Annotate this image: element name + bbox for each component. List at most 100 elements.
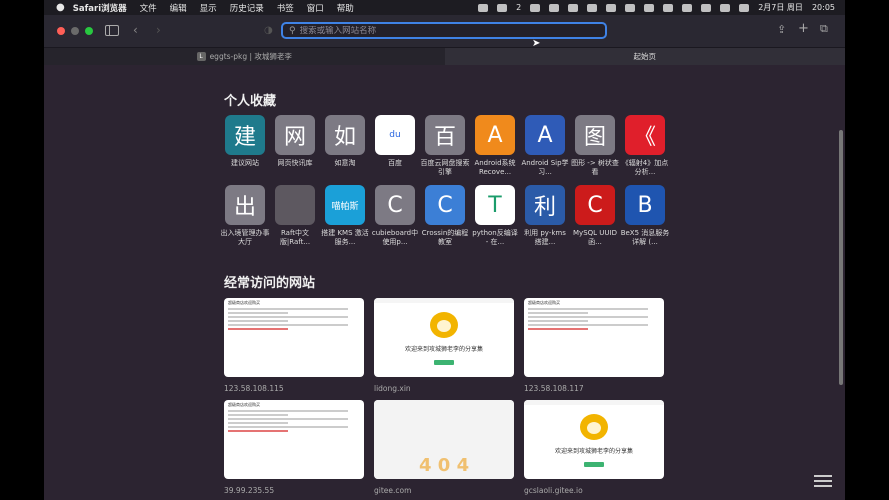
lion-mascot-icon — [430, 312, 458, 338]
favorite-icon: A — [525, 115, 565, 155]
favorite-tile[interactable]: A Android Sip学习... — [521, 115, 569, 177]
favorite-tile[interactable]: 出出入境管理办事大厅 — [221, 185, 270, 247]
keyboard-icon[interactable] — [568, 3, 579, 12]
frequent-site[interactable]: 超级商店欢迎购买 123.58.108.115 — [224, 298, 364, 393]
menu-view[interactable]: 显示 — [200, 2, 217, 14]
thumbnail-welcome: 欢迎来到攻城狮老李的分享集 — [554, 448, 633, 455]
thumbnail-title: 超级商店欢迎购买 — [228, 402, 260, 407]
menu-history[interactable]: 历史记录 — [230, 2, 264, 14]
sidebar-toggle-icon[interactable] — [105, 25, 119, 36]
menu-window[interactable]: 窗口 — [307, 2, 324, 14]
settings-sliders-icon[interactable] — [814, 473, 832, 489]
favorite-tile[interactable]: 如如意淘 — [324, 115, 366, 168]
tab-favicon: L — [196, 52, 206, 61]
bluetooth-icon[interactable] — [644, 3, 655, 12]
favorite-tile[interactable]: C MySQL UUID函... — [573, 185, 617, 247]
thumbnail-button — [584, 462, 604, 467]
wifi-icon[interactable] — [682, 3, 693, 12]
cloud-icon[interactable] — [497, 3, 508, 12]
menu-edit[interactable]: 编辑 — [170, 2, 187, 14]
favorite-tile[interactable]: 网网页快讯库 — [274, 115, 316, 168]
favorite-label: 网页快讯库 — [277, 159, 313, 167]
address-bar[interactable]: ⚲ — [281, 22, 607, 39]
favorite-icon: B — [625, 185, 665, 225]
favorite-icon: 《 — [625, 115, 665, 155]
zoom-button[interactable] — [85, 27, 93, 35]
frequent-site[interactable]: 欢迎来到攻城狮老李的分享集 lidong.xin — [374, 298, 514, 393]
favorite-tile[interactable]: 《《辐射4》加点分析... — [622, 115, 668, 177]
send-icon[interactable] — [549, 3, 560, 12]
favorite-icon: 百 — [425, 115, 465, 155]
start-page: 个人收藏 建建议网站网网页快讯库如如意淘 du 百度百百度云网盘搜索引擎 A Andro… — [44, 65, 845, 500]
menu-bookmarks[interactable]: 书签 — [277, 2, 294, 14]
control-center-icon[interactable] — [720, 3, 731, 12]
favorite-label: 利用 py-kms 搭建... — [524, 229, 566, 246]
favorite-icon: C — [425, 185, 465, 225]
site-url: gcslaoli.gitee.io — [524, 486, 583, 495]
record-icon[interactable] — [478, 3, 489, 12]
frequent-site[interactable]: 超级商店欢迎购买 39.99.235.55 — [224, 400, 364, 495]
favorite-tile[interactable]: 百百度云网盘搜索引擎 — [421, 115, 470, 177]
back-icon[interactable]: ‹ — [133, 24, 138, 36]
favorite-tile[interactable]: Tpython反编译 - 在... — [472, 185, 518, 247]
menu-help[interactable]: 帮助 — [337, 2, 354, 14]
minimize-button[interactable] — [71, 27, 79, 35]
apple-icon[interactable]: ● — [56, 2, 65, 13]
tab-overview-icon[interactable]: ⧉ — [820, 23, 828, 35]
new-tab-icon[interactable]: + — [798, 22, 809, 35]
app-icon[interactable] — [606, 3, 617, 12]
notification-count[interactable]: 2 — [516, 3, 521, 12]
menu-app-name[interactable]: Safari浏览器 — [73, 2, 127, 14]
site-thumbnail: 超级商店欢迎购买 — [224, 298, 364, 377]
share-icon[interactable]: ⇪ — [777, 24, 786, 36]
favorite-icon: 如 — [325, 115, 365, 155]
text-line — [228, 308, 348, 310]
menu-file[interactable]: 文件 — [140, 2, 157, 14]
search-icon: ⚲ — [289, 25, 296, 36]
network-icon[interactable] — [530, 3, 541, 12]
site-url: 123.58.108.115 — [224, 384, 284, 393]
close-button[interactable] — [57, 27, 65, 35]
favorite-tile[interactable]: Raft中文版|Raft... — [274, 185, 316, 247]
favorite-label: Android系统 Recove... — [474, 159, 516, 176]
search-icon[interactable] — [701, 3, 712, 12]
favorite-tile[interactable]: A Android系统 Recove... — [474, 115, 516, 177]
tab-bar: L eggts-pkg | 攻城狮老李 起始页 — [44, 48, 845, 65]
toolbar: ‹ › ◑ ⚲ ⇪ + ⧉ — [44, 15, 845, 48]
scrollbar[interactable] — [839, 130, 843, 385]
volume-icon[interactable] — [625, 3, 636, 12]
site-thumbnail: 超级商店欢迎购买 — [224, 400, 364, 479]
favorite-tile[interactable]: du 百度 — [374, 115, 416, 168]
battery-icon[interactable] — [663, 3, 674, 12]
text-line — [228, 430, 288, 432]
favorite-tile[interactable]: 建建议网站 — [224, 115, 266, 168]
favorite-label: 建议网站 — [231, 159, 259, 167]
favorite-tile[interactable]: Ccubieboard中使用p... — [372, 185, 418, 247]
favorite-icon: 建 — [225, 115, 265, 155]
text-line — [228, 328, 288, 330]
privacy-shield-icon[interactable]: ◑ — [264, 25, 273, 37]
menubar-date[interactable]: 2月7日 周日 — [758, 2, 803, 13]
frequent-site[interactable]: 超级商店欢迎购买 123.58.108.117 — [524, 298, 664, 393]
favorite-tile[interactable]: B BeX5 消息服务详解 (... — [621, 185, 669, 247]
tab-start-page[interactable]: 起始页 — [444, 48, 845, 65]
address-input[interactable] — [295, 25, 594, 36]
favorite-label: BeX5 消息服务详解 (... — [620, 229, 670, 246]
favorite-tile[interactable]: 喵帕斯 搭建 KMS 激活服务... — [321, 185, 369, 247]
thumbnail-welcome: 欢迎来到攻城狮老李的分享集 — [404, 346, 483, 353]
tab-eggts[interactable]: L eggts-pkg | 攻城狮老李 — [44, 48, 445, 65]
siri-icon[interactable] — [739, 3, 750, 12]
frequent-site[interactable]: 4 0 4 gitee.com — [374, 400, 514, 495]
clock-icon[interactable] — [587, 3, 598, 12]
text-line — [228, 320, 288, 322]
thumbnail-topbar — [524, 400, 664, 405]
thumbnail-title: 超级商店欢迎购买 — [528, 300, 560, 305]
text-line — [228, 426, 348, 428]
favorite-tile[interactable]: 图图形 -> 树状查看 — [571, 115, 619, 177]
site-thumbnail: 4 0 4 — [374, 400, 514, 479]
menubar-time[interactable]: 20:05 — [812, 3, 835, 12]
favorite-tile[interactable]: 利利用 py-kms 搭建... — [524, 185, 566, 247]
favorite-tile[interactable]: C Crossin的编程教室 — [422, 185, 468, 247]
forward-icon[interactable]: › — [156, 24, 161, 36]
frequent-site[interactable]: 欢迎来到攻城狮老李的分享集 gcslaoli.gitee.io — [524, 400, 664, 495]
